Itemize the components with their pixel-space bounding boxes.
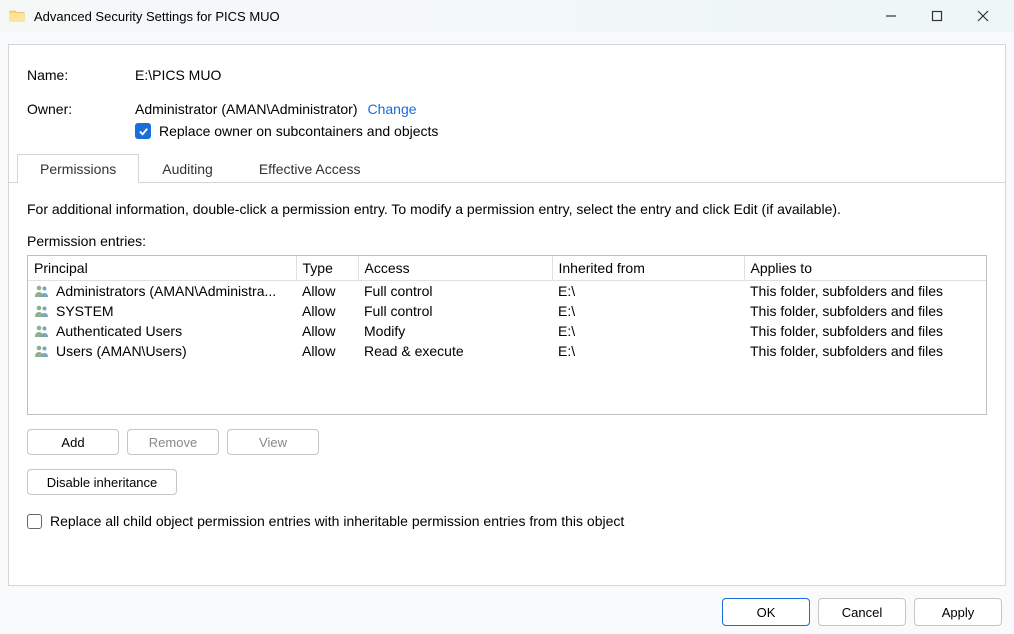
permission-table-wrap: Principal Type Access Inherited from App…	[27, 255, 987, 415]
apply-button[interactable]: Apply	[914, 598, 1002, 626]
principal-icon	[34, 323, 50, 339]
principal-text: SYSTEM	[56, 303, 114, 319]
replace-all-checkbox[interactable]	[27, 514, 42, 529]
principal-text: Administrators (AMAN\Administra...	[56, 283, 276, 299]
inherited-cell: E:\	[552, 301, 744, 321]
view-button[interactable]: View	[227, 429, 319, 455]
applies-cell: This folder, subfolders and files	[744, 301, 986, 321]
change-owner-link[interactable]: Change	[368, 101, 417, 117]
owner-label: Owner:	[27, 101, 135, 117]
header-type[interactable]: Type	[296, 256, 358, 281]
maximize-button[interactable]	[914, 1, 960, 31]
principal-text: Users (AMAN\Users)	[56, 343, 187, 359]
replace-owner-checkbox[interactable]	[135, 123, 151, 139]
header-principal[interactable]: Principal	[28, 256, 296, 281]
table-row[interactable]: Users (AMAN\Users) AllowRead & executeE:\…	[28, 341, 986, 361]
type-cell: Allow	[296, 281, 358, 302]
cancel-button[interactable]: Cancel	[818, 598, 906, 626]
inherited-cell: E:\	[552, 321, 744, 341]
applies-cell: This folder, subfolders and files	[744, 321, 986, 341]
minimize-button[interactable]	[868, 1, 914, 31]
header-access[interactable]: Access	[358, 256, 552, 281]
disable-inheritance-button[interactable]: Disable inheritance	[27, 469, 177, 495]
principal-icon	[34, 283, 50, 299]
add-button[interactable]: Add	[27, 429, 119, 455]
entries-label: Permission entries:	[27, 233, 987, 249]
window-controls	[868, 1, 1006, 31]
window-title: Advanced Security Settings for PICS MUO	[34, 9, 868, 24]
tab-auditing[interactable]: Auditing	[139, 154, 236, 183]
principal-icon	[34, 343, 50, 359]
table-row[interactable]: SYSTEM AllowFull controlE:\This folder, s…	[28, 301, 986, 321]
replace-owner-label: Replace owner on subcontainers and objec…	[159, 123, 438, 139]
owner-row: Owner: Administrator (AMAN\Administrator…	[27, 101, 987, 117]
replace-all-row: Replace all child object permission entr…	[27, 513, 987, 529]
inherited-cell: E:\	[552, 281, 744, 302]
header-inherited[interactable]: Inherited from	[552, 256, 744, 281]
titlebar: Advanced Security Settings for PICS MUO	[0, 0, 1014, 32]
replace-owner-row: Replace owner on subcontainers and objec…	[135, 123, 987, 139]
name-value: E:\PICS MUO	[135, 67, 221, 83]
name-row: Name: E:\PICS MUO	[27, 67, 987, 83]
inherited-cell: E:\	[552, 341, 744, 361]
access-cell: Full control	[358, 301, 552, 321]
access-cell: Modify	[358, 321, 552, 341]
table-row[interactable]: Authenticated Users AllowModifyE:\This fo…	[28, 321, 986, 341]
type-cell: Allow	[296, 341, 358, 361]
name-label: Name:	[27, 67, 135, 83]
close-button[interactable]	[960, 1, 1006, 31]
owner-value: Administrator (AMAN\Administrator)	[135, 101, 358, 117]
description-text: For additional information, double-click…	[27, 201, 987, 217]
access-cell: Read & execute	[358, 341, 552, 361]
tab-bar: Permissions Auditing Effective Access	[9, 153, 1005, 183]
folder-icon	[8, 7, 26, 25]
type-cell: Allow	[296, 301, 358, 321]
footer-buttons: OK Cancel Apply	[0, 592, 1014, 634]
replace-all-label: Replace all child object permission entr…	[50, 513, 624, 529]
table-row[interactable]: Administrators (AMAN\Administra... AllowF…	[28, 281, 986, 302]
access-cell: Full control	[358, 281, 552, 302]
tab-effective-access[interactable]: Effective Access	[236, 154, 384, 183]
applies-cell: This folder, subfolders and files	[744, 281, 986, 302]
type-cell: Allow	[296, 321, 358, 341]
principal-text: Authenticated Users	[56, 323, 182, 339]
header-applies[interactable]: Applies to	[744, 256, 986, 281]
disable-inheritance-row: Disable inheritance	[27, 469, 987, 495]
action-row: Add Remove View	[27, 429, 987, 455]
remove-button[interactable]: Remove	[127, 429, 219, 455]
main-panel: Name: E:\PICS MUO Owner: Administrator (…	[8, 44, 1006, 586]
ok-button[interactable]: OK	[722, 598, 810, 626]
tab-permissions[interactable]: Permissions	[17, 154, 139, 183]
applies-cell: This folder, subfolders and files	[744, 341, 986, 361]
permission-table: Principal Type Access Inherited from App…	[28, 256, 986, 361]
principal-icon	[34, 303, 50, 319]
